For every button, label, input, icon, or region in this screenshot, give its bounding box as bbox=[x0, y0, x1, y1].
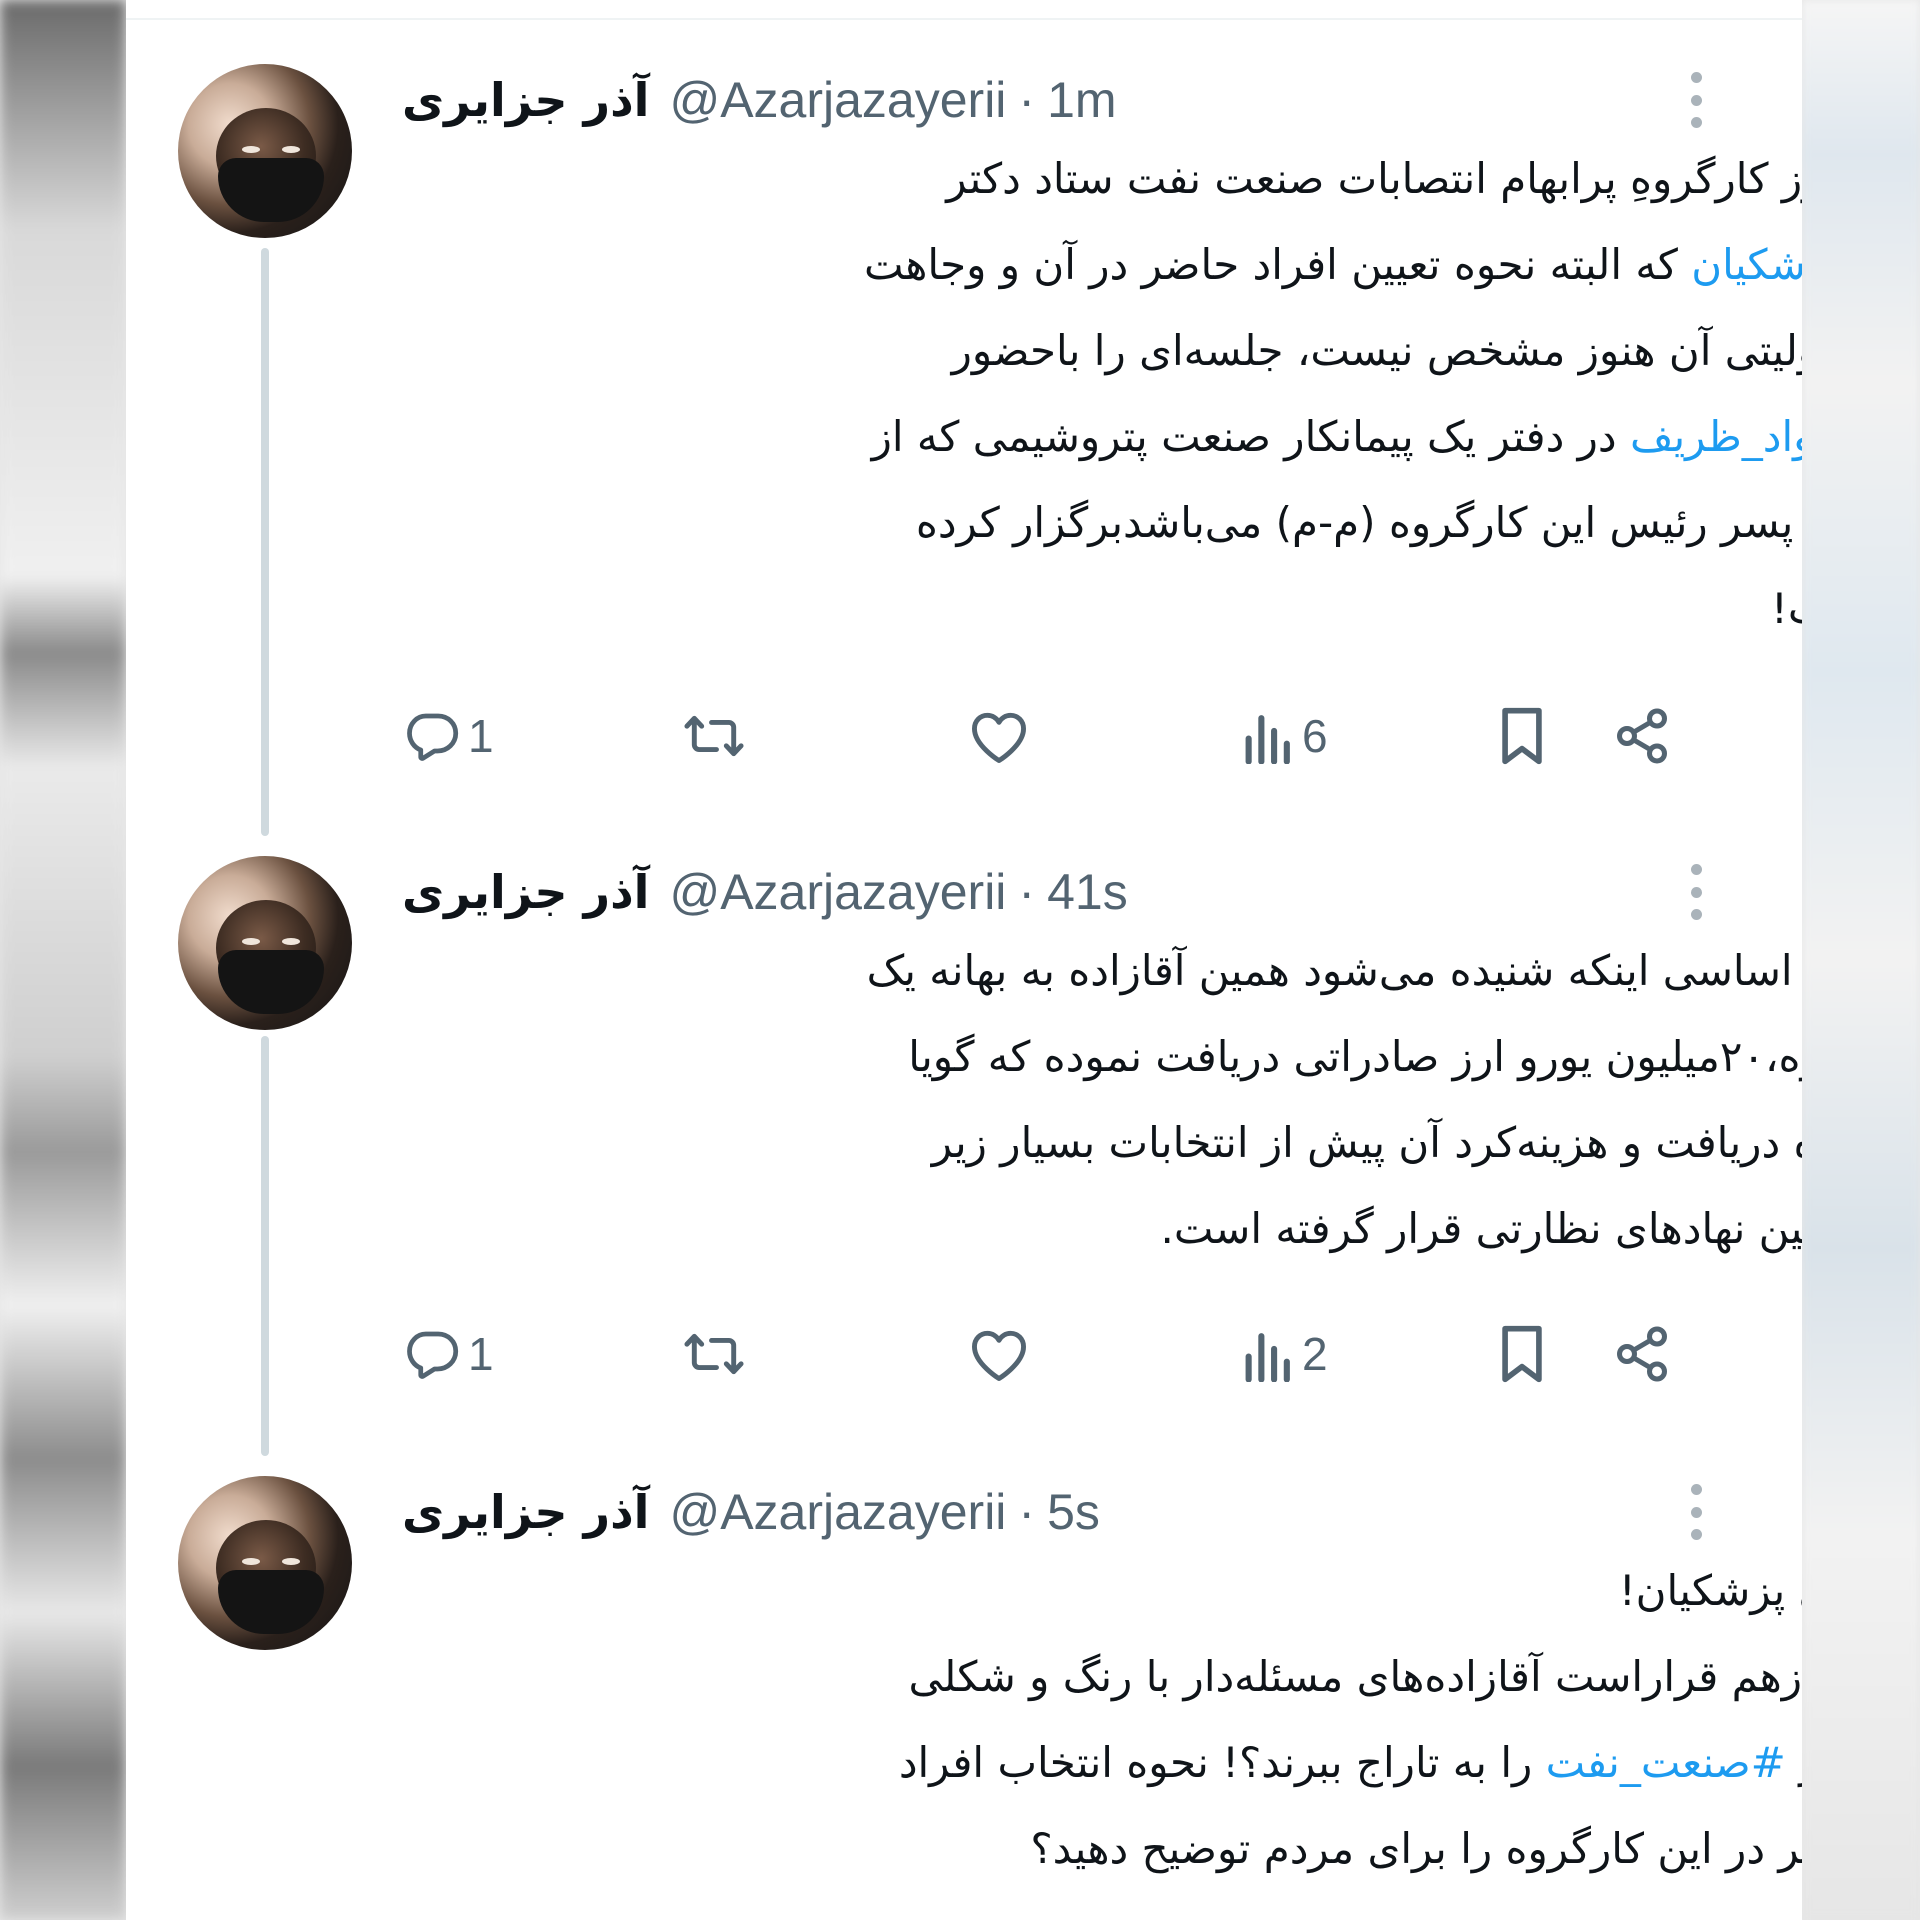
avatar[interactable] bbox=[178, 64, 352, 238]
separator-dot: · bbox=[1018, 72, 1036, 128]
share-button[interactable] bbox=[1612, 696, 1672, 776]
tweet-text-line: آقای پزشکیان! bbox=[402, 1548, 1802, 1634]
timestamp[interactable]: 1m bbox=[1047, 71, 1116, 129]
user-handle[interactable]: @Azarjazayerii bbox=[669, 1483, 1006, 1541]
tweet-text-line: دیروز کارگروهِ پرابهام انتصابات صنعت نفت… bbox=[402, 136, 1802, 222]
tweet-thread: آذر جزایری @Azarjazayerii · 1m دیروز کار… bbox=[126, 0, 1802, 1920]
bookmark-button[interactable] bbox=[1494, 1314, 1550, 1394]
text-segment: نکته اساسی اینکه شنیده می‌شود همین آقازا… bbox=[866, 946, 1802, 995]
views-icon bbox=[1245, 1333, 1290, 1382]
hashtag-link[interactable]: #پزشکیان bbox=[1691, 240, 1802, 289]
tweet-text-line: #پزشکیان که البته نحوه تعیین افراد حاضر … bbox=[402, 222, 1802, 308]
share-icon bbox=[1617, 1326, 1667, 1382]
text-segment: مقبولیتی آن هنوز مشخص نیست، جلسه‌ای را ب… bbox=[951, 326, 1802, 375]
separator-dot: · bbox=[1018, 864, 1036, 920]
reply-icon bbox=[407, 713, 459, 761]
text-segment: را به تاراج ببرند؟! نحوه انتخاب افراد bbox=[898, 1738, 1546, 1787]
like-button[interactable] bbox=[968, 1314, 1030, 1394]
tweet-text-line: قضا پسر رئیس این کارگروه (م-م) می‌باشدبر… bbox=[402, 480, 1802, 566]
timestamp[interactable]: 5s bbox=[1047, 1483, 1100, 1541]
text-segment: است! bbox=[1771, 584, 1802, 633]
text-segment: حاضر در این کارگروه را برای مردم توضیح د… bbox=[1030, 1824, 1802, 1873]
user-handle[interactable]: @Azarjazayerii bbox=[669, 863, 1006, 921]
tweet-text-line: است! bbox=[402, 566, 1802, 652]
views-button[interactable]: 6 bbox=[1242, 696, 1328, 776]
text-segment: که البته نحوه تعیین افراد حاضر در آن و و… bbox=[864, 240, 1692, 289]
background-left-blur bbox=[0, 0, 126, 1920]
tweet-text-line: ذره‌بین نهادهای نظارتی قرار گرفته است. bbox=[402, 1186, 1802, 1272]
hashtag-link[interactable]: #جواد_ظریف bbox=[1630, 412, 1802, 461]
like-button[interactable] bbox=[968, 696, 1030, 776]
tweet-text-line: دیگر #صنعت_نفت را به تاراج ببرند؟! نحوه … bbox=[402, 1720, 1802, 1806]
tweet-header: آذر جزایری @Azarjazayerii · 5s bbox=[402, 1476, 1592, 1548]
tweet-header: آذر جزایری @Azarjazayerii · 41s bbox=[402, 856, 1592, 928]
tweet-text-line: نکته اساسی اینکه شنیده می‌شود همین آقازا… bbox=[402, 928, 1802, 1014]
share-button[interactable] bbox=[1612, 1314, 1672, 1394]
tweet-header: آذر جزایری @Azarjazayerii · 1m bbox=[402, 64, 1592, 136]
like-icon bbox=[972, 712, 1026, 763]
text-segment: نحوه دریافت و هزینه‌کرد آن پیش از انتخاب… bbox=[931, 1118, 1802, 1167]
display-name[interactable]: آذر جزایری bbox=[402, 865, 649, 919]
tweet-text-line: حاضر در این کارگروه را برای مردم توضیح د… bbox=[402, 1806, 1802, 1892]
bookmark-icon bbox=[1502, 707, 1542, 765]
share-icon bbox=[1617, 708, 1667, 764]
text-segment: دیروز کارگروهِ پرابهام انتصابات صنعت نفت… bbox=[946, 154, 1802, 203]
more-icon[interactable] bbox=[1690, 864, 1702, 920]
reply-count: 1 bbox=[468, 710, 494, 762]
text-segment: آقای پزشکیان! bbox=[1618, 1566, 1802, 1615]
user-handle[interactable]: @Azarjazayerii bbox=[669, 71, 1006, 129]
text-segment: آیا بازهم قراراست آقازاده‌های مسئله‌دار … bbox=[908, 1652, 1803, 1701]
text-segment: ذره‌بین نهادهای نظارتی قرار گرفته است. bbox=[1160, 1204, 1802, 1253]
tweet-text: آقای پزشکیان! آیا بازهم قراراست آقازاده‌… bbox=[402, 1548, 1802, 1892]
more-icon[interactable] bbox=[1690, 1484, 1702, 1540]
timestamp[interactable]: 41s bbox=[1047, 863, 1128, 921]
tweet-actions: 1 2 bbox=[402, 1314, 1702, 1394]
top-divider bbox=[126, 18, 1802, 20]
tweet-text-line: نحوه دریافت و هزینه‌کرد آن پیش از انتخاب… bbox=[402, 1100, 1802, 1186]
tweet-actions: 1 6 bbox=[402, 696, 1702, 776]
tweet-text: دیروز کارگروهِ پرابهام انتصابات صنعت نفت… bbox=[402, 136, 1802, 652]
views-button[interactable]: 2 bbox=[1242, 1314, 1328, 1394]
text-segment: در دفتر یک پیمانکار صنعت پتروشیمی که از bbox=[871, 412, 1630, 461]
views-icon bbox=[1245, 715, 1290, 764]
tweet-text-line: آیا بازهم قراراست آقازاده‌های مسئله‌دار … bbox=[402, 1634, 1803, 1720]
bookmark-button[interactable] bbox=[1494, 696, 1550, 776]
display-name[interactable]: آذر جزایری bbox=[402, 73, 649, 127]
text-segment: دیگر bbox=[1786, 1738, 1802, 1787]
retweet-button[interactable] bbox=[682, 696, 746, 776]
separator-dot: · bbox=[1018, 1484, 1036, 1540]
hashtag-link[interactable]: #صنعت_نفت bbox=[1546, 1738, 1786, 1787]
tweet-text: نکته اساسی اینکه شنیده می‌شود همین آقازا… bbox=[402, 928, 1802, 1272]
text-segment: پروژه،۲۰میلیون یورو ارز صادراتی دریافت ن… bbox=[908, 1032, 1802, 1081]
retweet-icon bbox=[684, 715, 744, 757]
retweet-button[interactable] bbox=[682, 1314, 746, 1394]
tweet-text-line: پروژه،۲۰میلیون یورو ارز صادراتی دریافت ن… bbox=[402, 1014, 1802, 1100]
thread-connector-line bbox=[261, 1036, 269, 1456]
reply-button[interactable]: 1 bbox=[402, 696, 494, 776]
like-icon bbox=[972, 1330, 1026, 1381]
views-count: 2 bbox=[1302, 1328, 1328, 1380]
avatar[interactable] bbox=[178, 1476, 352, 1650]
views-count: 6 bbox=[1302, 710, 1328, 762]
more-icon[interactable] bbox=[1690, 72, 1702, 128]
text-segment: قضا پسر رئیس این کارگروه (م-م) می‌باشدبر… bbox=[915, 498, 1802, 547]
background-right-blur bbox=[1802, 0, 1920, 1920]
reply-button[interactable]: 1 bbox=[402, 1314, 494, 1394]
retweet-icon bbox=[684, 1333, 744, 1375]
tweet-text-line: مقبولیتی آن هنوز مشخص نیست، جلسه‌ای را ب… bbox=[402, 308, 1802, 394]
avatar[interactable] bbox=[178, 856, 352, 1030]
tweet-text-line: #جواد_ظریف در دفتر یک پیمانکار صنعت پترو… bbox=[402, 394, 1802, 480]
reply-icon bbox=[407, 1331, 459, 1379]
reply-count: 1 bbox=[468, 1328, 494, 1380]
bookmark-icon bbox=[1502, 1325, 1542, 1383]
thread-connector-line bbox=[261, 248, 269, 836]
display-name[interactable]: آذر جزایری bbox=[402, 1485, 649, 1539]
